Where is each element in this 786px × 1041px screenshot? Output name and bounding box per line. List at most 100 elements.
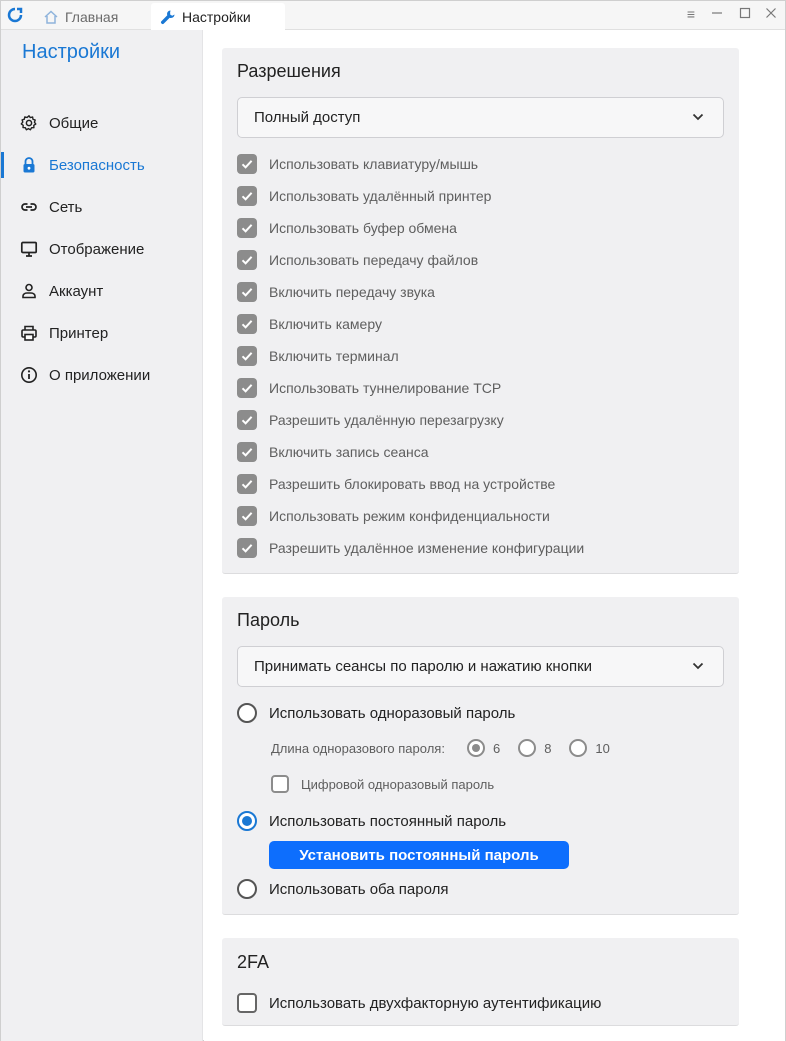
perm-keyboard-mouse[interactable]: Использовать клавиатуру/мышь [237, 153, 478, 175]
perm-label: Использовать режим конфиденциальности [269, 508, 550, 524]
radio-checked-icon[interactable] [237, 811, 257, 831]
perm-label: Включить запись сеанса [269, 444, 429, 460]
password-card: Пароль Принимать сеансы по паролю и нажа… [222, 597, 739, 915]
sidebar-item-label: Отображение [49, 240, 145, 258]
checkbox-checked-icon[interactable] [237, 186, 257, 206]
menu-icon[interactable]: ≡ [683, 6, 699, 22]
checkbox-checked-icon[interactable] [237, 250, 257, 270]
perm-audio[interactable]: Включить передачу звука [237, 281, 435, 303]
perm-label: Использовать передачу файлов [269, 252, 479, 268]
chevron-down-icon [692, 113, 704, 121]
radio-permanent-password[interactable]: Использовать постоянный пароль [237, 810, 506, 832]
length-option-8[interactable]: 8 [518, 739, 551, 757]
app-logo-icon [7, 7, 23, 23]
gear-icon [20, 115, 37, 131]
perm-label: Разрешить удалённую перезагрузку [269, 412, 504, 428]
lock-icon [23, 157, 35, 173]
sidebar-item-security[interactable]: Безопасность [1, 148, 203, 182]
length-value: 10 [595, 740, 610, 756]
radio-label: Использовать постоянный пароль [269, 812, 507, 830]
length-option-10[interactable]: 10 [569, 739, 610, 757]
perm-camera[interactable]: Включить камеру [237, 313, 382, 335]
checkbox-checked-icon[interactable] [237, 442, 257, 462]
twofa-card: 2FA Использовать двухфакторную аутентифи… [222, 938, 739, 1026]
set-permanent-password-button[interactable]: Установить постоянный пароль [269, 841, 569, 869]
numeric-otp-option[interactable]: Цифровой одноразовый пароль [271, 773, 494, 795]
monitor-icon [20, 241, 38, 257]
checkbox-checked-icon[interactable] [237, 538, 257, 558]
title-bar: Главная Настройки ≡ [1, 1, 785, 30]
tab-settings[interactable]: Настройки [151, 3, 285, 30]
checkbox-checked-icon[interactable] [237, 346, 257, 366]
radio-unchecked-icon[interactable] [237, 879, 257, 899]
sidebar-item-printer[interactable]: Принтер [1, 316, 203, 350]
access-level-select[interactable]: Полный доступ [237, 97, 724, 138]
sidebar-item-about[interactable]: О приложении [1, 358, 203, 392]
perm-session-recording[interactable]: Включить запись сеанса [237, 441, 429, 463]
printer-icon [21, 325, 37, 341]
checkbox-checked-icon[interactable] [237, 410, 257, 430]
twofa-option[interactable]: Использовать двухфакторную аутентификаци… [237, 992, 601, 1014]
info-icon [21, 367, 37, 383]
perm-file-transfer[interactable]: Использовать передачу файлов [237, 249, 478, 271]
checkbox-checked-icon[interactable] [237, 218, 257, 238]
length-option-6[interactable]: 6 [466, 739, 500, 757]
length-value: 8 [544, 740, 552, 756]
close-button[interactable] [763, 6, 779, 22]
checkbox-unchecked-icon[interactable] [271, 775, 289, 793]
close-icon [766, 8, 776, 18]
radio-checked-icon[interactable] [466, 739, 485, 757]
perm-label: Использовать буфер обмена [269, 220, 457, 236]
perm-label: Включить передачу звука [269, 284, 435, 300]
minimize-icon [712, 12, 722, 14]
sidebar-item-general[interactable]: Общие [1, 106, 203, 140]
sidebar-item-account[interactable]: Аккаунт [1, 274, 203, 308]
twofa-title: 2FA [237, 952, 270, 972]
perm-label: Использовать удалённый принтер [269, 188, 492, 204]
checkbox-checked-icon[interactable] [237, 154, 257, 174]
checkbox-checked-icon[interactable] [237, 314, 257, 334]
perm-terminal[interactable]: Включить терминал [237, 345, 399, 367]
sidebar-item-display[interactable]: Отображение [1, 232, 203, 266]
checkbox-checked-icon[interactable] [237, 474, 257, 494]
perm-block-input[interactable]: Разрешить блокировать ввод на устройстве [237, 473, 555, 495]
radio-both-passwords[interactable]: Использовать оба пароля [237, 878, 449, 900]
settings-content: Разрешения Полный доступ Использовать кл… [204, 30, 785, 1041]
perm-label: Включить камеру [269, 316, 382, 332]
perm-remote-config[interactable]: Разрешить удалённое изменение конфигурац… [237, 537, 584, 559]
link-icon [21, 203, 37, 211]
tab-home[interactable]: Главная [43, 3, 118, 30]
password-mode-value: Принимать сеансы по паролю и нажатию кно… [254, 658, 593, 675]
checkbox-checked-icon[interactable] [237, 506, 257, 526]
perm-label: Использовать клавиатуру/мышь [269, 156, 479, 172]
perm-label: Разрешить удалённое изменение конфигурац… [269, 540, 585, 556]
sidebar-item-network[interactable]: Сеть [1, 190, 203, 224]
radio-label: Использовать оба пароля [269, 880, 449, 898]
perm-remote-printer[interactable]: Использовать удалённый принтер [237, 185, 491, 207]
perm-remote-restart[interactable]: Разрешить удалённую перезагрузку [237, 409, 504, 431]
maximize-button[interactable] [737, 6, 753, 22]
radio-unchecked-icon[interactable] [518, 739, 537, 757]
checkbox-unchecked-icon[interactable] [237, 993, 257, 1013]
perm-tcp-tunnel[interactable]: Использовать туннелирование TCP [237, 377, 501, 399]
perm-privacy-mode[interactable]: Использовать режим конфиденциальности [237, 505, 550, 527]
sidebar-item-label: Безопасность [49, 156, 145, 174]
perm-label: Разрешить блокировать ввод на устройстве [269, 476, 556, 492]
checkbox-checked-icon[interactable] [237, 378, 257, 398]
sidebar-item-label: Принтер [49, 324, 109, 342]
minimize-button[interactable] [709, 6, 725, 22]
length-label: Длина одноразового пароля: [271, 740, 445, 756]
radio-unchecked-icon[interactable] [237, 703, 257, 723]
radio-unchecked-icon[interactable] [569, 739, 588, 757]
sidebar-item-label: О приложении [49, 366, 151, 384]
password-mode-select[interactable]: Принимать сеансы по паролю и нажатию кно… [237, 646, 724, 687]
sidebar-item-label: Общие [49, 114, 99, 132]
user-icon [22, 283, 36, 299]
sidebar-title: Настройки [22, 41, 121, 63]
radio-one-time-password[interactable]: Использовать одноразовый пароль [237, 702, 515, 724]
one-time-length-row: Длина одноразового пароля: 6 8 10 [271, 737, 628, 759]
checkbox-checked-icon[interactable] [237, 282, 257, 302]
twofa-label: Использовать двухфакторную аутентификаци… [269, 994, 602, 1012]
password-title: Пароль [237, 610, 300, 630]
perm-clipboard[interactable]: Использовать буфер обмена [237, 217, 457, 239]
